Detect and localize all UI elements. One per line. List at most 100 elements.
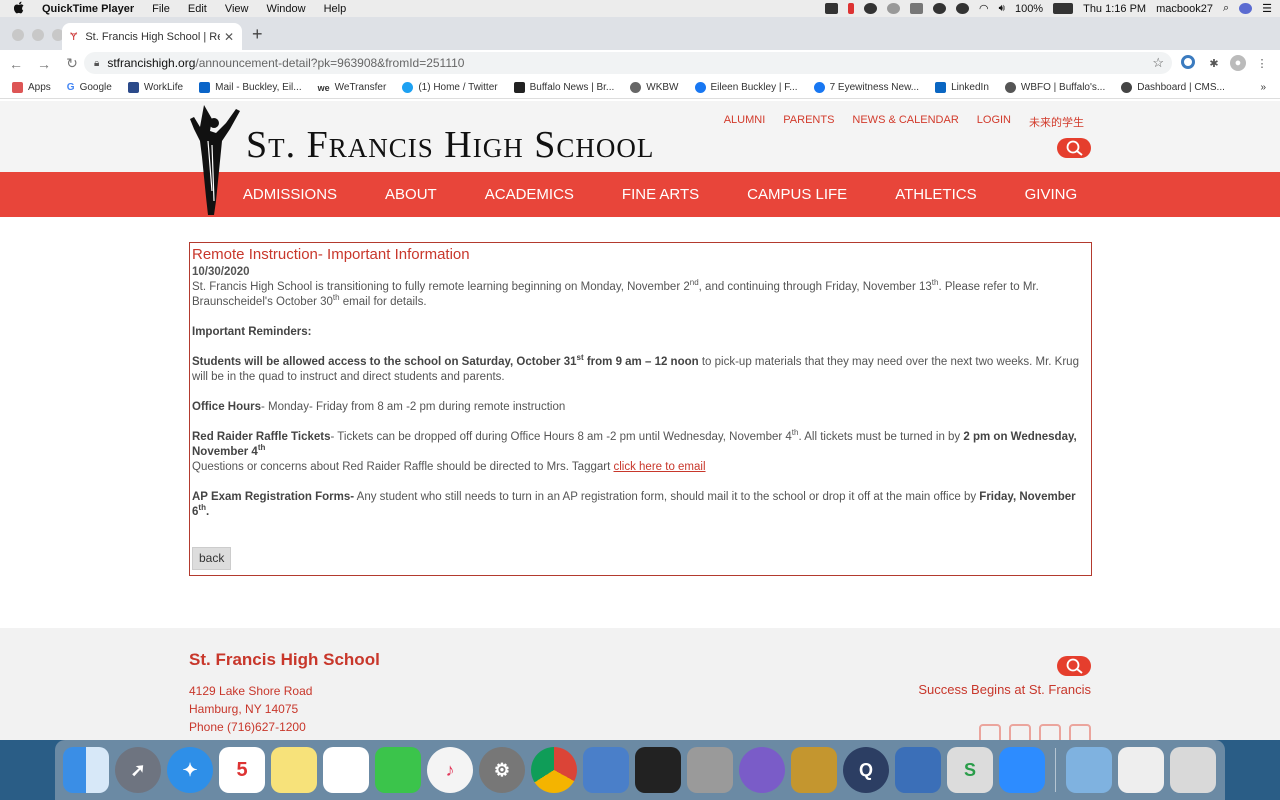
facebook-icon[interactable] [1009, 724, 1031, 740]
address-bar[interactable]: 🔒︎ stfrancishigh.org/announcement-detail… [84, 52, 1172, 74]
transmit-truck-icon[interactable] [583, 747, 629, 793]
menu-help[interactable]: Help [324, 3, 347, 15]
bookmark-twitter[interactable]: (1) Home / Twitter [402, 82, 498, 93]
menu-file[interactable]: File [152, 3, 170, 15]
siri-icon[interactable] [1239, 3, 1253, 14]
system-preferences-gear-icon[interactable]: ⚙ [479, 747, 525, 793]
link-parents[interactable]: PARENTS [783, 114, 834, 130]
instagram-icon[interactable] [1039, 724, 1061, 740]
footer-phone[interactable]: Phone (716)627-1200 [189, 720, 306, 734]
bookmark-wbfo[interactable]: WBFO | Buffalo's... [1004, 82, 1105, 93]
shield-icon[interactable] [910, 3, 924, 14]
vpn-icon[interactable] [864, 3, 878, 14]
nav-fine-arts[interactable]: FINE ARTS [598, 186, 723, 203]
bookmark-google[interactable]: G Google [67, 82, 112, 93]
parallels-desktop-icon[interactable] [895, 747, 941, 793]
zoom-icon[interactable] [999, 747, 1045, 793]
nav-campus-life[interactable]: CAMPUS LIFE [723, 186, 871, 203]
facetime-icon[interactable] [375, 747, 421, 793]
bookmark-wetransfer[interactable]: we WeTransfer [318, 82, 387, 93]
extension-circle-icon[interactable] [1181, 55, 1195, 69]
bookmark-7-eyewitness[interactable]: 7 Eyewitness New... [813, 82, 919, 93]
lock-icon[interactable]: 🔒︎ [94, 58, 99, 69]
spotlight-helper-icon[interactable] [887, 3, 901, 14]
motion-icon[interactable] [739, 747, 785, 793]
browser-menu-icon[interactable]: ⋮ [1254, 55, 1270, 71]
screen-record-icon[interactable] [825, 3, 839, 14]
trash-icon[interactable] [1170, 747, 1216, 793]
bookmark-dashboard-cms[interactable]: Dashboard | CMS... [1121, 82, 1225, 93]
parallels-icon[interactable] [848, 3, 855, 14]
nav-about[interactable]: ABOUT [361, 186, 461, 203]
reload-icon[interactable]: ↻ [60, 55, 84, 72]
apple-menu-icon[interactable] [13, 1, 32, 17]
menu-window[interactable]: Window [266, 3, 305, 15]
search-icon[interactable]: ⌕ [1223, 2, 1229, 15]
link-alumni[interactable]: ALUMNI [724, 114, 766, 130]
linkedin-icon[interactable] [1069, 724, 1091, 740]
safari-compass-icon[interactable]: ✦ [167, 747, 213, 793]
footer-search-button[interactable] [1057, 656, 1091, 676]
compressor-icon[interactable] [687, 747, 733, 793]
bookmark-star-icon[interactable]: ☆ [1152, 55, 1164, 71]
profile-avatar-icon[interactable]: ● [1230, 55, 1246, 71]
nav-athletics[interactable]: ATHLETICS [871, 186, 1000, 203]
chrome-icon[interactable] [531, 747, 577, 793]
back-arrow-icon[interactable]: ← [4, 56, 28, 72]
more-bookmarks-icon[interactable]: » [1260, 82, 1266, 93]
notes-icon[interactable] [271, 747, 317, 793]
active-tab[interactable]: Ɏ St. Francis High School | Remo ✕ [62, 23, 242, 50]
close-tab-icon[interactable]: ✕ [224, 30, 234, 44]
link-news-calendar[interactable]: NEWS & CALENDAR [852, 114, 958, 130]
nav-giving[interactable]: GIVING [1001, 186, 1102, 203]
forward-arrow-icon[interactable]: → [32, 56, 56, 72]
final-cut-pro-icon[interactable] [635, 747, 681, 793]
minimized-window-icon[interactable] [1118, 747, 1164, 793]
menu-view[interactable]: View [225, 3, 249, 15]
buffalo-news-icon [513, 82, 525, 93]
menu-edit[interactable]: Edit [188, 3, 207, 15]
user-name[interactable]: macbook27 [1156, 3, 1213, 15]
bookmark-mail[interactable]: Mail - Buckley, Eil... [199, 82, 302, 93]
link-prospective-students-chinese[interactable]: 未来的学生 [1029, 114, 1084, 130]
battery-percent[interactable]: 100% [1015, 3, 1043, 15]
close-window-button[interactable] [12, 29, 24, 41]
globe-icon[interactable] [956, 3, 970, 14]
bookmark-linkedin[interactable]: LinkedIn [935, 82, 989, 93]
link-login[interactable]: LOGIN [977, 114, 1011, 130]
scrivener-icon[interactable]: S [947, 747, 993, 793]
control-center-icon[interactable]: ☰ [1262, 2, 1272, 15]
downloads-folder-icon[interactable] [1066, 747, 1112, 793]
calendar-icon[interactable]: 5 [219, 747, 265, 793]
quicktime-icon[interactable]: Q [843, 747, 889, 793]
footer-school-name[interactable]: St. Francis High School [189, 650, 380, 670]
finder-icon[interactable] [63, 747, 109, 793]
bookmark-worklife[interactable]: WorkLife [127, 82, 183, 93]
cocktail-pineapple-icon[interactable] [791, 747, 837, 793]
twitter-icon[interactable] [979, 724, 1001, 740]
extensions-puzzle-icon[interactable]: ✱ [1206, 55, 1222, 71]
clock[interactable]: Thu 1:16 PM [1083, 3, 1146, 15]
new-tab-button[interactable]: + [252, 24, 263, 45]
wetransfer-icon: we [317, 82, 330, 93]
volume-icon[interactable]: 🔊︎ [999, 3, 1005, 14]
site-title[interactable]: St. Francis High School [246, 123, 654, 167]
nav-academics[interactable]: ACADEMICS [461, 186, 598, 203]
battery-icon[interactable] [1053, 3, 1074, 14]
header-search-button[interactable] [1057, 138, 1091, 158]
sync-icon[interactable] [933, 3, 947, 14]
email-taggart-link[interactable]: click here to email [613, 461, 705, 473]
bookmark-buffalo-news[interactable]: Buffalo News | Br... [513, 82, 614, 93]
minimize-window-button[interactable] [32, 29, 44, 41]
bookmark-facebook-eileen[interactable]: Eileen Buckley | F... [694, 82, 798, 93]
back-button[interactable]: back [192, 547, 232, 570]
wifi-icon[interactable]: ◠ [979, 2, 989, 15]
st-francis-statue-logo-icon[interactable] [190, 101, 252, 216]
music-icon[interactable]: ♪ [427, 747, 473, 793]
reminders-icon[interactable] [323, 747, 369, 793]
worklife-icon [127, 82, 139, 93]
app-name[interactable]: QuickTime Player [42, 3, 134, 15]
bookmark-wkbw[interactable]: WKBW [630, 82, 679, 93]
launchpad-rocket-icon[interactable]: ➚ [115, 747, 161, 793]
bookmark-apps[interactable]: Apps [12, 82, 51, 93]
